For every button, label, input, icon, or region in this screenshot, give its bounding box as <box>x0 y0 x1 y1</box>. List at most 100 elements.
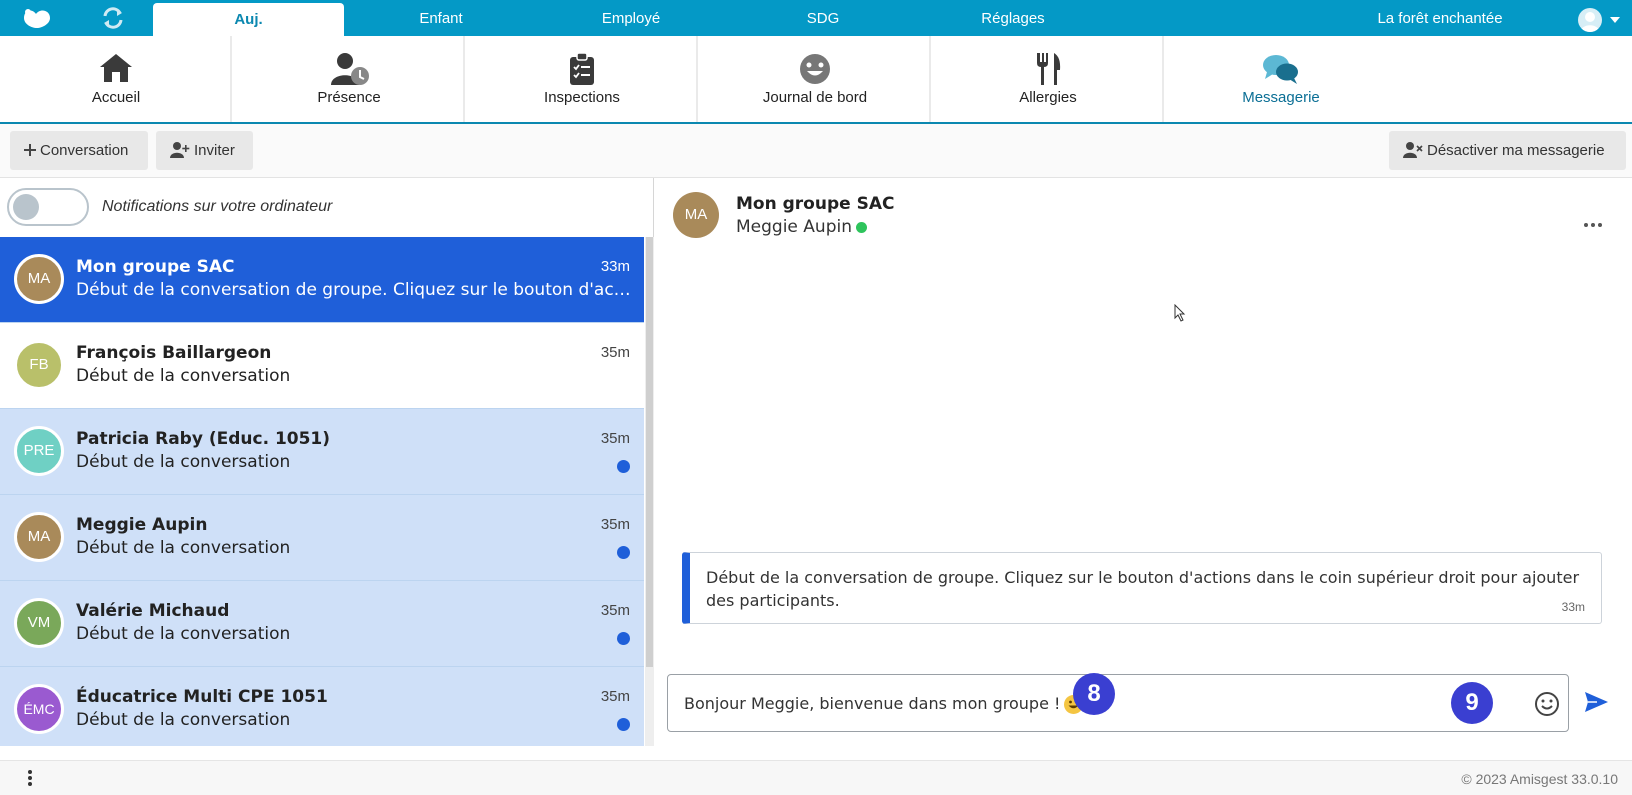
module-label: Présence <box>317 89 381 106</box>
logo-icon[interactable] <box>20 6 56 30</box>
send-icon[interactable] <box>1583 689 1609 715</box>
mouse-cursor-icon <box>1174 304 1186 322</box>
refresh-icon[interactable] <box>100 6 126 30</box>
top-nav: Auj. Enfant Employé SDG Réglages La forê… <box>0 0 1632 36</box>
scrollbar-thumb[interactable] <box>646 237 653 667</box>
member-name: Meggie Aupin <box>736 217 852 237</box>
module-inspections[interactable]: Inspections <box>466 36 698 122</box>
conversation-name: Éducatrice Multi CPE 1051 <box>76 687 328 707</box>
tab-employe[interactable]: Employé <box>556 0 706 36</box>
online-status-icon <box>856 221 867 233</box>
presence-icon <box>331 53 369 85</box>
conversation-preview: Début de la conversation <box>76 624 291 644</box>
conversation-name: Valérie Michaud <box>76 601 230 621</box>
chat-icon <box>1263 55 1298 84</box>
remove-user-icon <box>1403 141 1423 158</box>
conversation-item[interactable]: FB François Baillargeon 35m Début de la … <box>0 323 644 409</box>
disable-messaging-button[interactable]: Désactiver ma messagerie <box>1389 131 1626 170</box>
module-journal[interactable]: Journal de bord <box>699 36 931 122</box>
add-user-icon <box>170 141 190 158</box>
conversation-name: Mon groupe SAC <box>76 257 235 277</box>
tab-enfant[interactable]: Enfant <box>366 0 516 36</box>
divider <box>1162 36 1164 122</box>
conversation-preview: Début de la conversation <box>76 710 291 730</box>
button-label: Conversation <box>40 142 129 159</box>
divider <box>929 36 931 122</box>
conversation-preview: Début de la conversation de groupe. Cliq… <box>76 280 631 300</box>
tab-auj[interactable]: Auj. <box>153 3 344 36</box>
conversation-preview: Début de la conversation <box>76 452 291 472</box>
chat-members: Meggie Aupin <box>736 217 867 237</box>
avatar: MA <box>14 512 64 562</box>
message-text: Bonjour Meggie, bienvenue dans mon group… <box>684 694 1061 713</box>
copyright: © 2023 Amisgest 33.0.10 <box>1461 771 1618 787</box>
module-label: Messagerie <box>1242 89 1320 106</box>
new-conversation-button[interactable]: Conversation <box>10 131 148 170</box>
home-icon <box>100 54 132 82</box>
avatar: PRE <box>14 426 64 476</box>
message-input-value: Bonjour Meggie, bienvenue dans mon group… <box>684 694 1084 714</box>
conversation-time: 33m <box>600 258 630 275</box>
conversation-preview: Début de la conversation <box>76 538 291 558</box>
divider <box>463 36 465 122</box>
toggle-knob <box>13 194 39 220</box>
module-accueil[interactable]: Accueil <box>0 36 232 122</box>
module-presence[interactable]: Présence <box>233 36 465 122</box>
step-badge: 9 <box>1451 682 1493 724</box>
chat-avatar: MA <box>673 192 719 238</box>
scrollbar[interactable] <box>645 237 654 746</box>
system-message-text: Début de la conversation de groupe. Cliq… <box>706 568 1580 610</box>
conversation-time: 35m <box>600 516 630 533</box>
divider <box>230 36 232 122</box>
conversation-item[interactable]: MA Mon groupe SAC 33m Début de la conver… <box>0 237 644 323</box>
unread-dot <box>617 718 630 731</box>
unread-dot <box>617 546 630 559</box>
module-allergies[interactable]: Allergies <box>932 36 1164 122</box>
conversation-item[interactable]: PRE Patricia Raby (Educ. 1051) 35m Début… <box>0 409 644 495</box>
user-icon[interactable] <box>1578 8 1602 32</box>
button-label: Inviter <box>194 142 235 159</box>
conversation-list-pane: Notifications sur votre ordinateur MA Mo… <box>0 178 654 746</box>
conversation-item[interactable]: ÉMC Éducatrice Multi CPE 1051 35m Début … <box>0 667 644 746</box>
conversation-time: 35m <box>600 602 630 619</box>
avatar: ÉMC <box>14 684 64 734</box>
avatar: FB <box>14 340 64 390</box>
face-icon <box>800 54 830 84</box>
divider <box>696 36 698 122</box>
system-message-time: 33m <box>1561 600 1585 614</box>
step-badge: 8 <box>1073 673 1115 715</box>
tab-sdg[interactable]: SDG <box>748 0 898 36</box>
conversation-name: François Baillargeon <box>76 343 272 363</box>
avatar: VM <box>14 598 64 648</box>
module-messagerie[interactable]: Messagerie <box>1165 36 1397 122</box>
notifications-label: Notifications sur votre ordinateur <box>102 198 333 215</box>
more-actions-icon[interactable] <box>1584 214 1606 227</box>
tab-reglages[interactable]: Réglages <box>938 0 1088 36</box>
clipboard-icon <box>570 52 594 85</box>
conversation-item[interactable]: MA Meggie Aupin 35m Début de la conversa… <box>0 495 644 581</box>
module-label: Allergies <box>1019 89 1077 106</box>
module-label: Journal de bord <box>762 89 868 106</box>
notifications-toggle[interactable] <box>7 188 89 226</box>
conversation-time: 35m <box>600 344 630 361</box>
organization-name[interactable]: La forêt enchantée <box>1335 0 1545 38</box>
module-bar: Accueil Présence Inspections Journal de … <box>0 36 1632 124</box>
conversation-name: Meggie Aupin <box>76 515 208 535</box>
message-input[interactable]: Bonjour Meggie, bienvenue dans mon group… <box>667 673 1569 732</box>
toolbar: Conversation Inviter Désactiver ma messa… <box>0 124 1632 178</box>
caret-down-icon[interactable] <box>1610 17 1620 23</box>
unread-dot <box>617 460 630 473</box>
button-label: Désactiver ma messagerie <box>1427 142 1605 159</box>
conversation-name: Patricia Raby (Educ. 1051) <box>76 429 331 449</box>
invite-button[interactable]: Inviter <box>156 131 253 170</box>
avatar: MA <box>14 254 64 304</box>
kebab-menu-icon[interactable] <box>28 770 34 788</box>
module-label: Inspections <box>544 89 620 106</box>
module-label: Accueil <box>91 89 141 106</box>
emoji-picker-icon[interactable] <box>1534 691 1560 717</box>
chat-pane: MA Mon groupe SAC Meggie Aupin Début de … <box>654 178 1632 746</box>
conversation-time: 35m <box>600 688 630 705</box>
system-message: Début de la conversation de groupe. Cliq… <box>682 552 1602 624</box>
conversation-item[interactable]: VM Valérie Michaud 35m Début de la conve… <box>0 581 644 667</box>
chat-title: Mon groupe SAC <box>736 194 895 214</box>
